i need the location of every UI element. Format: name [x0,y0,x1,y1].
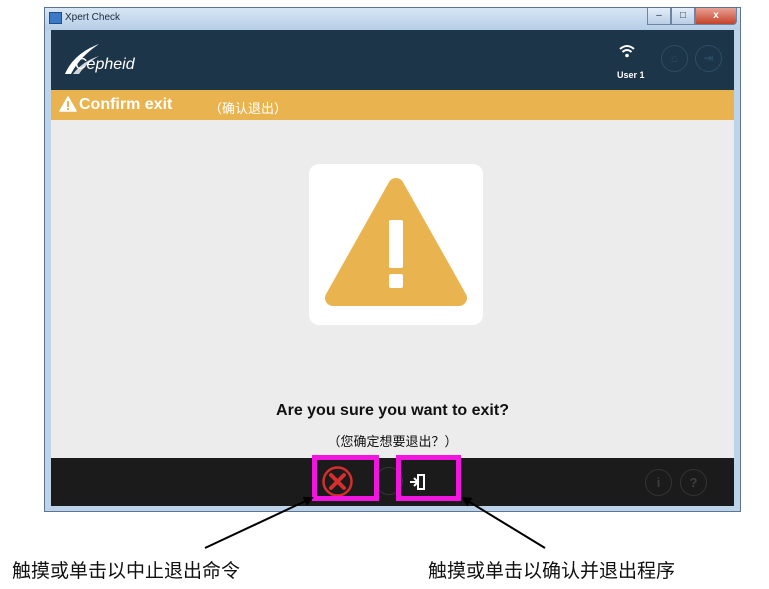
cancel-callout-text: 触摸或单击以中止退出命令 [12,560,241,582]
exit-callout-text: 触摸或单击以确认并退出程序 [428,560,676,582]
callout-arrows [204,496,546,549]
